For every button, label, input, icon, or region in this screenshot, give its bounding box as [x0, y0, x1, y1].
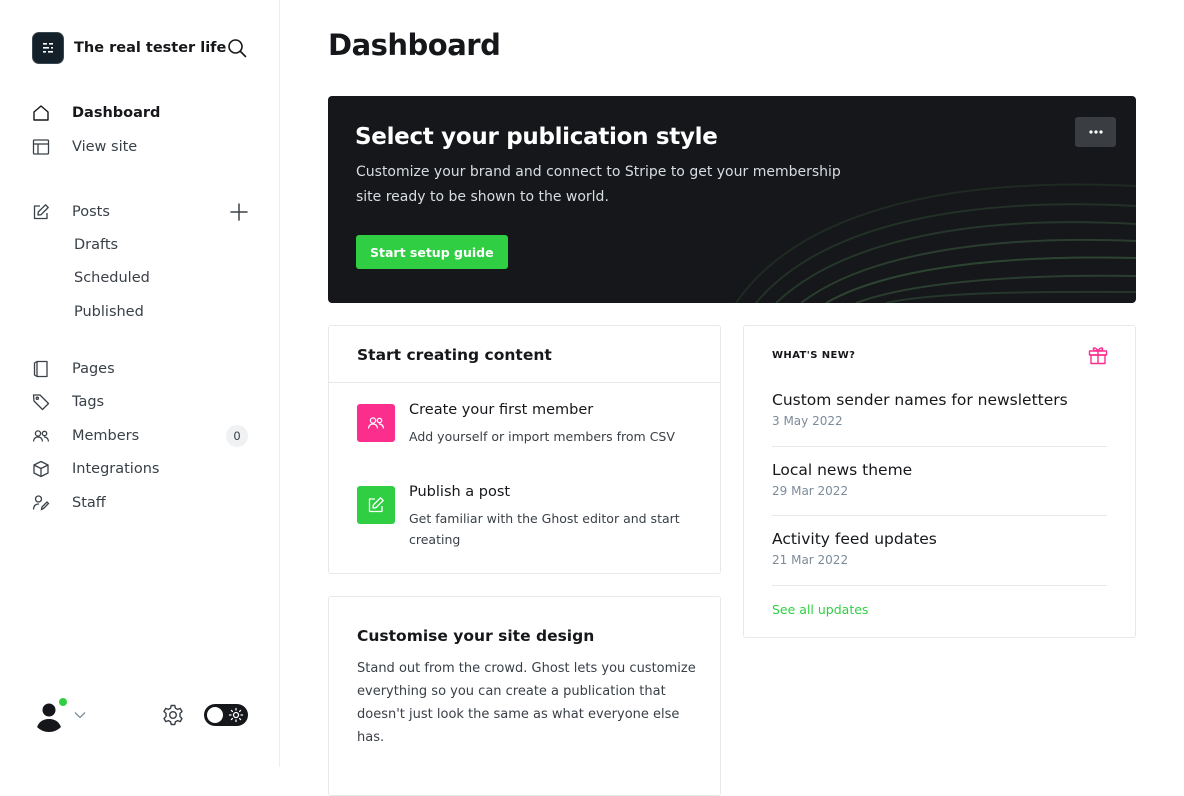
news-item[interactable]: Activity feed updates 21 Mar 2022: [772, 530, 1107, 567]
site-brand[interactable]: The real tester life: [32, 32, 226, 64]
members-count-badge: 0: [226, 425, 248, 447]
task-description: Add yourself or import members from CSV: [409, 429, 675, 444]
sidebar: The real tester life Dashboard View site…: [0, 0, 280, 767]
toggle-knob: [207, 707, 223, 723]
cube-icon: [32, 457, 56, 481]
start-setup-guide-button[interactable]: Start setup guide: [356, 235, 508, 269]
customise-design-card[interactable]: Customise your site design Stand out fro…: [328, 596, 721, 796]
gear-icon[interactable]: [161, 703, 185, 727]
publication-style-banner: Select your publication style Customize …: [328, 96, 1136, 303]
sidebar-item-label: Pages: [72, 361, 115, 377]
add-post-plus-icon[interactable]: [228, 201, 250, 223]
card-title: Customise your site design: [357, 627, 595, 645]
banner-title: Select your publication style: [355, 124, 718, 150]
home-icon: [32, 101, 56, 125]
sidebar-item-label: Integrations: [72, 461, 160, 477]
page-icon: [32, 357, 56, 381]
whats-new-card: WHAT'S NEW? Custom sender names for news…: [743, 325, 1136, 638]
site-title: The real tester life: [74, 40, 227, 56]
news-title: Activity feed updates: [772, 530, 937, 548]
gift-icon: [1087, 344, 1109, 366]
online-status-dot: [58, 697, 68, 707]
sidebar-item-label: Dashboard: [72, 105, 161, 121]
whats-new-heading: WHAT'S NEW?: [772, 350, 856, 361]
news-date: 21 Mar 2022: [772, 553, 849, 567]
members-icon: [32, 424, 56, 448]
start-creating-card: Start creating content Create your first…: [328, 325, 721, 574]
sidebar-item-posts[interactable]: Posts: [32, 199, 110, 225]
banner-description: Customize your brand and connect to Stri…: [356, 164, 841, 205]
sidebar-item-pages[interactable]: Pages: [32, 356, 115, 382]
task-title: Publish a post: [409, 484, 511, 500]
sidebar-item-label: Members: [72, 428, 140, 444]
divider: [329, 382, 720, 383]
news-item[interactable]: Local news theme 29 Mar 2022: [772, 461, 1107, 498]
pencil-square-icon: [357, 486, 395, 524]
pencil-square-icon: [32, 200, 56, 224]
sidebar-item-drafts[interactable]: Drafts: [74, 237, 118, 253]
divider: [772, 585, 1107, 586]
card-description: Stand out from the crowd. Ghost lets you…: [357, 661, 696, 745]
see-all-updates-link[interactable]: See all updates: [772, 602, 868, 617]
sidebar-item-label: Staff: [72, 495, 106, 511]
task-title: Create your first member: [409, 402, 594, 418]
card-title: Start creating content: [357, 346, 552, 364]
news-title: Local news theme: [772, 461, 913, 479]
tag-icon: [32, 390, 56, 414]
page-title: Dashboard: [328, 28, 501, 62]
news-title: Custom sender names for newsletters: [772, 391, 1068, 409]
news-date: 29 Mar 2022: [772, 484, 849, 498]
sidebar-item-published[interactable]: Published: [74, 304, 144, 320]
search-icon[interactable]: [226, 37, 248, 59]
sidebar-item-view-site[interactable]: View site: [32, 134, 137, 160]
staff-icon: [32, 491, 56, 515]
sidebar-item-label: Tags: [72, 394, 105, 410]
ellipsis-icon[interactable]: [1075, 117, 1116, 147]
news-item[interactable]: Custom sender names for newsletters 3 Ma…: [772, 391, 1107, 428]
news-date: 3 May 2022: [772, 414, 843, 428]
sidebar-item-integrations[interactable]: Integrations: [32, 456, 159, 482]
site-logo-icon: [32, 32, 64, 64]
sidebar-item-dashboard[interactable]: Dashboard: [32, 100, 160, 126]
layout-icon: [32, 135, 56, 159]
task-description: Get familiar with the Ghost editor and s…: [409, 511, 680, 547]
sidebar-item-label: View site: [72, 139, 138, 155]
sidebar-item-staff[interactable]: Staff: [32, 490, 106, 516]
theme-toggle[interactable]: [204, 704, 248, 726]
chevron-down-icon[interactable]: [72, 707, 88, 723]
sidebar-item-members[interactable]: Members: [32, 423, 139, 449]
sidebar-item-label: Posts: [72, 204, 110, 220]
sidebar-item-tags[interactable]: Tags: [32, 389, 104, 415]
members-icon: [357, 404, 395, 442]
sun-icon: [228, 707, 244, 723]
divider: [772, 446, 1107, 447]
sidebar-item-scheduled[interactable]: Scheduled: [74, 270, 150, 286]
divider: [772, 515, 1107, 516]
